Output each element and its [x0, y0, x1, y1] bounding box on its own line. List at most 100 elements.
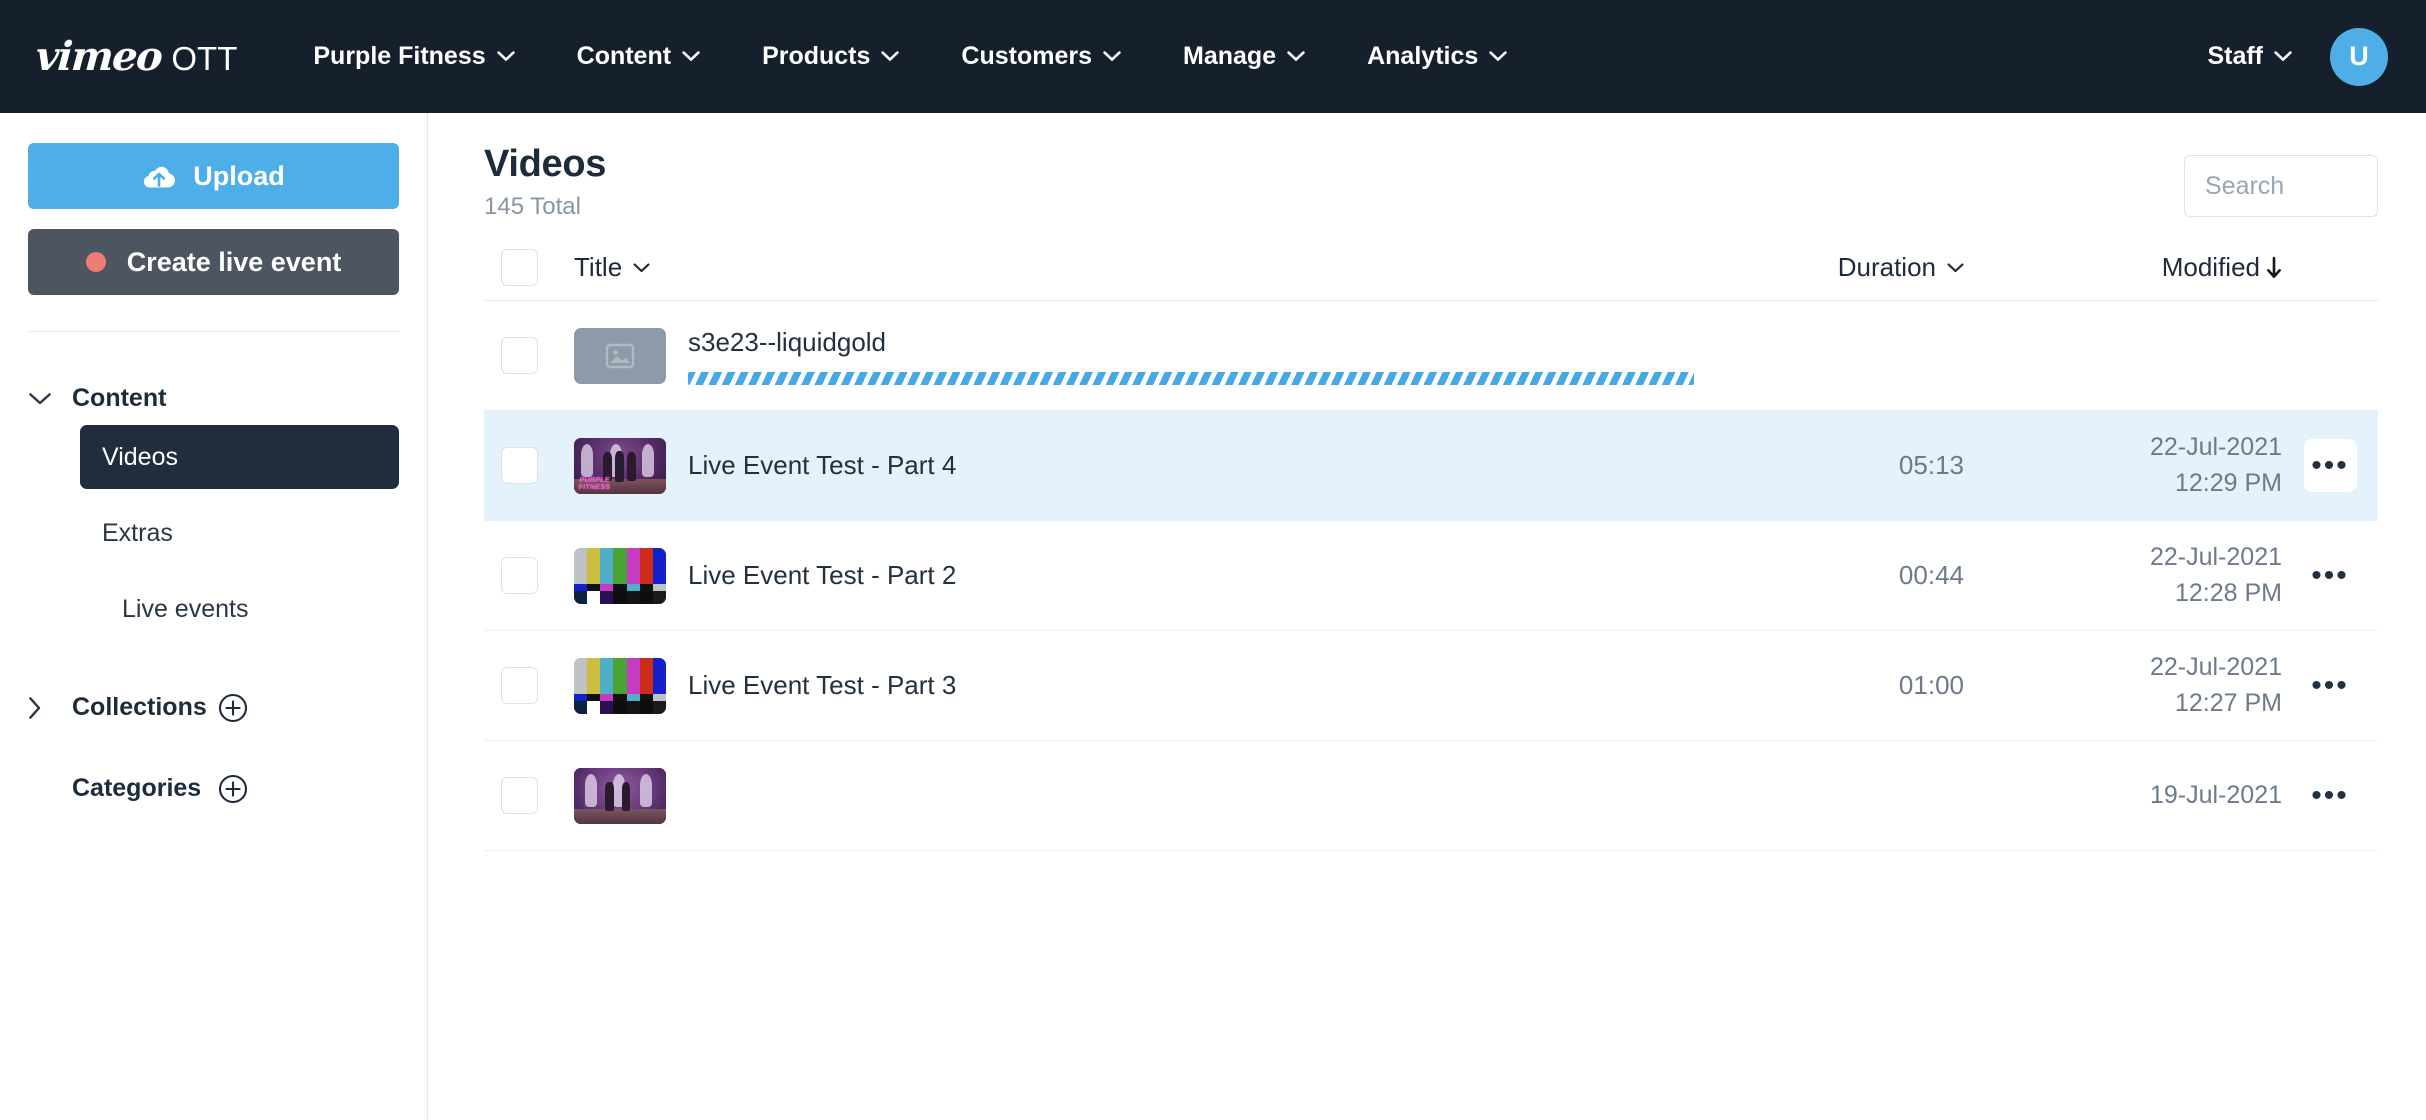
row-checkbox[interactable] — [501, 337, 538, 374]
row-modified-cell: 19-Jul-2021 — [2002, 778, 2282, 814]
sidebar-item-label: Videos — [102, 442, 178, 471]
nav-item-staff[interactable]: Staff — [2207, 42, 2292, 71]
header-modified-cell: Modified — [2002, 252, 2282, 283]
sidebar-item-videos[interactable]: Videos — [80, 425, 399, 489]
row-actions-button[interactable]: ••• — [2303, 439, 2357, 492]
row-title-cell — [574, 767, 1702, 824]
chevron-down-icon — [1489, 51, 1507, 62]
row-title-label: Live Event Test - Part 3 — [688, 670, 957, 700]
logo-product-text: OTT — [171, 40, 238, 77]
nav-item-products[interactable]: Products — [762, 42, 900, 71]
sort-by-modified-button[interactable]: Modified — [2162, 252, 2282, 283]
cloud-upload-icon — [142, 163, 176, 189]
chevron-down-icon — [1947, 263, 1964, 273]
row-duration-value: 05:13 — [1898, 450, 1964, 480]
sidebar-item-label: Extras — [102, 518, 173, 547]
row-modified-cell: 22-Jul-2021 12:28 PM — [2002, 540, 2282, 611]
select-all-checkbox[interactable] — [501, 249, 538, 286]
chevron-down-icon — [496, 51, 515, 62]
row-modified-date: 22-Jul-2021 — [2149, 433, 2282, 461]
chevron-down-icon — [633, 263, 650, 273]
nav-right-group: Staff U — [2207, 0, 2388, 113]
sidebar-section-categories[interactable]: Categories — [28, 774, 399, 803]
top-navigation-bar: vimeo OTT Purple Fitness Content Product… — [0, 0, 2426, 113]
table-row[interactable]: s3e23--liquidgold — [484, 301, 2378, 411]
row-menu-cell: ••• — [2282, 780, 2378, 811]
search-input[interactable] — [2205, 171, 2426, 201]
row-title-cell: PURPLE FITNESS Live Event Test - Part 4 — [574, 437, 1702, 494]
row-modified-value: 22-Jul-2021 12:29 PM — [2150, 430, 2282, 501]
search-box[interactable] — [2184, 155, 2426, 217]
row-actions-button[interactable]: ••• — [2311, 780, 2349, 811]
sidebar-item-extras[interactable]: Extras — [80, 501, 399, 565]
nav-item-label: Content — [576, 42, 672, 70]
row-actions-button[interactable]: ••• — [2311, 560, 2349, 591]
video-thumbnail[interactable] — [574, 327, 666, 384]
row-checkbox[interactable] — [501, 447, 538, 484]
videos-table: Title Duration Modified s3e23--liquidgol… — [484, 235, 2378, 851]
ellipsis-icon: ••• — [2311, 448, 2349, 482]
nav-item-analytics[interactable]: Analytics — [1367, 42, 1507, 71]
video-thumbnail[interactable]: PURPLE FITNESS — [574, 437, 666, 494]
header-modified-label: Modified — [2161, 252, 2260, 282]
video-thumbnail[interactable] — [574, 767, 666, 824]
row-select-cell — [484, 557, 574, 594]
page-title: Videos — [484, 143, 607, 185]
row-title-stack: s3e23--liquidgold — [688, 327, 1702, 385]
row-modified-time: 12:28 PM — [2174, 578, 2282, 607]
logo-brand-text: vimeo — [34, 33, 164, 80]
nav-item-label: Purple Fitness — [313, 42, 486, 70]
nav-item-purple-fitness[interactable]: Purple Fitness — [313, 42, 515, 71]
row-duration-cell: 05:13 — [1702, 450, 2002, 481]
sidebar-section-collections[interactable]: Collections — [28, 693, 399, 722]
sidebar-item-label: Live events — [122, 594, 249, 623]
row-modified-time: 12:29 PM — [2174, 468, 2282, 497]
chevron-down-icon — [1287, 51, 1305, 62]
row-modified-date: 19-Jul-2021 — [2149, 780, 2282, 809]
video-thumbnail[interactable] — [574, 547, 666, 604]
row-checkbox[interactable] — [501, 667, 538, 704]
purple-fitness-thumbnail-art — [574, 767, 666, 824]
sidebar: Upload Create live event Content Videos … — [0, 113, 428, 1120]
videos-total-count: 145 Total — [484, 193, 581, 220]
chevron-right-icon — [28, 696, 72, 720]
upload-button-label: Upload — [193, 160, 285, 191]
sidebar-item-live-events[interactable]: Live events — [100, 577, 399, 641]
sidebar-section-label: Categories — [72, 774, 202, 802]
table-row[interactable]: Live Event Test - Part 3 01:00 22-Jul-20… — [484, 631, 2378, 741]
video-thumbnail[interactable] — [574, 657, 666, 714]
purple-fitness-thumbnail-art: PURPLE FITNESS — [574, 437, 666, 494]
table-row[interactable]: Live Event Test - Part 2 00:44 22-Jul-20… — [484, 521, 2378, 631]
create-live-event-label: Create live event — [126, 246, 342, 277]
table-row[interactable]: PURPLE FITNESS Live Event Test - Part 4 0… — [484, 411, 2378, 521]
row-checkbox[interactable] — [501, 557, 538, 594]
table-row[interactable]: 19-Jul-2021 ••• — [484, 741, 2378, 851]
row-actions-button[interactable]: ••• — [2311, 670, 2349, 701]
add-category-button[interactable] — [218, 774, 248, 804]
sidebar-section-content[interactable]: Content — [28, 384, 399, 413]
row-modified-value: 19-Jul-2021 — [2150, 778, 2282, 814]
row-title-label: s3e23--liquidgold — [688, 326, 887, 357]
row-modified-date: 22-Jul-2021 — [2149, 653, 2282, 681]
page-heading-group: Videos 145 Total — [484, 143, 606, 221]
row-checkbox[interactable] — [501, 777, 538, 814]
upload-button[interactable]: Upload — [28, 143, 399, 209]
nav-item-customers[interactable]: Customers — [961, 42, 1121, 71]
create-live-event-button[interactable]: Create live event — [28, 229, 399, 295]
row-title-stack: Live Event Test - Part 2 — [688, 560, 1702, 591]
row-menu-cell: ••• — [2282, 670, 2378, 701]
staff-label: Staff — [2207, 42, 2263, 70]
sort-by-title-button[interactable]: Title — [574, 252, 650, 283]
row-duration-value: 00:44 — [1898, 560, 1964, 590]
nav-item-manage[interactable]: Manage — [1183, 42, 1305, 71]
main-content: Videos 145 Total Search Title Duration M… — [428, 113, 2426, 1120]
add-collection-button[interactable] — [218, 693, 248, 723]
row-title-cell: Live Event Test - Part 2 — [574, 547, 1702, 604]
row-select-cell — [484, 337, 574, 374]
header-title-label: Title — [574, 252, 623, 282]
row-title-label: Live Event Test - Part 2 — [688, 560, 957, 590]
sort-by-duration-button[interactable]: Duration — [1838, 252, 1964, 283]
avatar[interactable]: U — [2330, 27, 2388, 86]
nav-item-content[interactable]: Content — [577, 42, 700, 71]
vimeo-ott-logo[interactable]: vimeo OTT — [34, 33, 238, 80]
